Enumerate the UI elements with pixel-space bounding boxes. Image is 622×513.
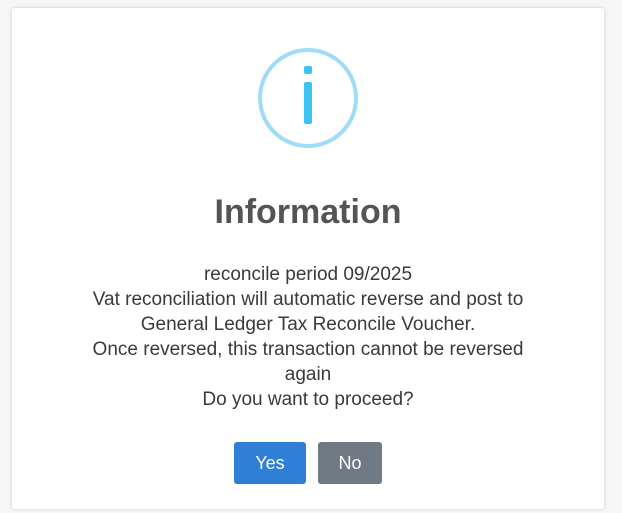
info-dot: [304, 66, 312, 74]
dialog-title: Information: [214, 193, 402, 231]
message-line: General Ledger Tax Reconcile Voucher.: [140, 314, 476, 335]
info-icon: [258, 48, 358, 148]
message-line: Do you want to proceed?: [202, 389, 414, 410]
no-button[interactable]: No: [318, 442, 382, 484]
dialog-message: reconcile period 09/2025 Vat reconciliat…: [56, 262, 560, 412]
info-stem: [304, 82, 312, 124]
message-line: reconcile period 09/2025: [203, 264, 413, 285]
info-glyph: [301, 66, 315, 130]
information-dialog: Information reconcile period 09/2025 Vat…: [12, 8, 604, 509]
yes-button[interactable]: Yes: [234, 442, 306, 484]
message-line: again: [284, 364, 332, 385]
dialog-actions: Yes No: [12, 442, 604, 484]
message-line: Vat reconciliation will automatic revers…: [92, 289, 524, 310]
message-line: Once reversed, this transaction cannot b…: [92, 339, 524, 360]
